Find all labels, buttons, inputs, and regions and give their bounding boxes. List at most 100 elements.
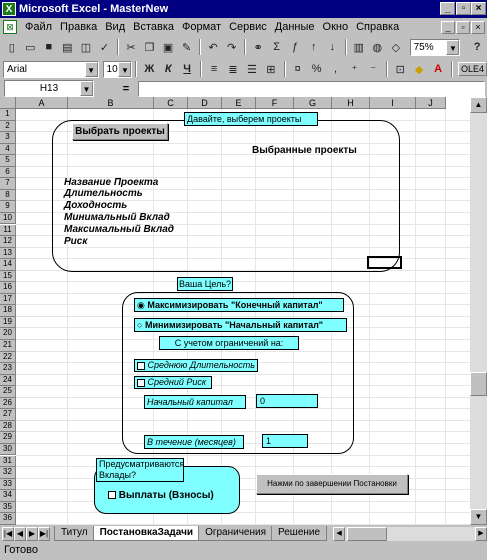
goal-option-maximize[interactable]: ◉ Максимизировать "Конечный капитал" [134, 298, 344, 312]
paste-icon[interactable]: ▣ [159, 38, 177, 56]
radio-empty-icon[interactable]: ○ [137, 320, 142, 330]
column-header[interactable]: I [370, 97, 416, 109]
column-header[interactable]: C [154, 97, 188, 109]
row-header[interactable]: 24 [0, 374, 16, 387]
column-header[interactable]: E [222, 97, 256, 109]
tab-constraints[interactable]: Ограничения [198, 526, 274, 541]
row-header[interactable]: 7 [0, 178, 16, 190]
close-button[interactable]: × [471, 2, 486, 15]
underline-button[interactable]: Ч [178, 60, 196, 78]
chevron-down-icon[interactable]: ▼ [80, 81, 93, 96]
tab-problem-setup[interactable]: ПостановкаЗадачи [92, 526, 201, 541]
help-icon[interactable]: ? [468, 38, 486, 56]
worksheet-grid[interactable]: ABCDEFGHIJ 1 2 3 4 5 6 7 8 9 10 11 12 13 14 15 16 17 18 19… [0, 97, 470, 525]
minimize-button[interactable]: _ [440, 2, 455, 15]
deposits-checkbox[interactable]: Выплаты (Взносы) [108, 490, 218, 504]
first-tab-icon[interactable]: |◀ [2, 526, 14, 541]
excel-app-icon[interactable]: X [2, 2, 16, 16]
menu-insert[interactable]: Вставка [129, 21, 178, 33]
chevron-down-icon[interactable]: ▼ [84, 61, 98, 77]
hscroll-thumb[interactable] [347, 526, 388, 541]
menu-view[interactable]: Вид [101, 21, 129, 33]
row-header[interactable]: 6 [0, 166, 16, 179]
vertical-scrollbar[interactable]: ▲ ▼ [470, 97, 487, 525]
currency-icon[interactable]: ¤ [289, 60, 307, 78]
italic-button[interactable]: К [159, 60, 177, 78]
cut-icon[interactable]: ✂ [122, 38, 140, 56]
column-header[interactable]: D [188, 97, 222, 109]
align-right-icon[interactable]: ☰ [243, 60, 261, 78]
chevron-down-icon[interactable]: ▼ [446, 39, 460, 55]
row-header[interactable]: 28 [0, 420, 16, 433]
menu-file[interactable]: Файл [21, 21, 56, 33]
font-select[interactable]: Arial ▼ [3, 60, 99, 78]
copy-icon[interactable]: ❐ [141, 38, 159, 56]
drawing-icon[interactable]: ◇ [387, 38, 405, 56]
menu-window[interactable]: Окно [319, 21, 353, 33]
chevron-down-icon[interactable]: ▼ [118, 61, 132, 77]
print-icon[interactable]: ▤ [59, 38, 77, 56]
scroll-down-icon[interactable]: ▼ [470, 509, 487, 525]
initial-capital-input[interactable]: 0 [256, 394, 318, 408]
row-header[interactable]: 29 [0, 432, 16, 444]
borders-icon[interactable]: ⊡ [391, 60, 409, 78]
finish-setup-button[interactable]: Нажми по завершении Постановки [256, 474, 408, 494]
row-header[interactable]: 26 [0, 397, 16, 410]
merge-center-icon[interactable]: ⊞ [262, 60, 280, 78]
tab-title[interactable]: Титул [54, 526, 95, 541]
tab-solution[interactable]: Решение [271, 526, 328, 541]
doc-restore-button[interactable]: ▫ [456, 20, 470, 34]
row-header[interactable]: 5 [0, 155, 16, 167]
name-box[interactable]: H13 ▼ [4, 80, 94, 97]
font-color-icon[interactable]: A [429, 60, 447, 78]
menu-format[interactable]: Формат [178, 21, 225, 33]
menu-edit[interactable]: Правка [56, 21, 101, 33]
row-header[interactable]: 33 [0, 478, 16, 491]
row-header[interactable]: 18 [0, 305, 16, 317]
row-header[interactable]: 16 [0, 282, 16, 294]
column-header[interactable]: F [256, 97, 294, 109]
row-header[interactable]: 22 [0, 351, 16, 364]
format-painter-icon[interactable]: ✎ [178, 38, 196, 56]
column-header[interactable]: B [68, 97, 154, 109]
row-header[interactable]: 13 [0, 247, 16, 260]
scroll-up-icon[interactable]: ▲ [470, 97, 487, 113]
increase-decimal-icon[interactable]: ⁺ [345, 60, 363, 78]
row-header[interactable]: 3 [0, 132, 16, 144]
percent-icon[interactable]: % [308, 60, 326, 78]
row-header[interactable]: 1 [0, 109, 16, 121]
checkbox-icon[interactable] [137, 378, 145, 387]
bold-button[interactable]: Ж [140, 60, 158, 78]
hyperlink-icon[interactable]: ⚭ [249, 38, 267, 56]
redo-icon[interactable]: ↷ [223, 38, 241, 56]
font-size-select[interactable]: 10 ▼ [102, 60, 133, 78]
formula-input[interactable] [138, 80, 485, 97]
active-cell-h13[interactable] [367, 256, 402, 269]
doc-minimize-button[interactable]: _ [441, 20, 455, 34]
select-projects-button[interactable]: Выбрать проекты [72, 123, 168, 140]
open-icon[interactable]: ▭ [22, 38, 40, 56]
scroll-thumb[interactable] [470, 372, 487, 396]
row-header[interactable]: 35 [0, 501, 16, 514]
map-icon[interactable]: ◍ [369, 38, 387, 56]
row-header[interactable]: 10 [0, 212, 16, 225]
menu-help[interactable]: Справка [352, 21, 403, 33]
scroll-left-icon[interactable]: ◀ [333, 526, 346, 541]
function-icon[interactable]: ƒ [286, 38, 304, 56]
period-input[interactable]: 1 [262, 434, 308, 448]
row-header[interactable]: 4 [0, 143, 16, 156]
row-header[interactable]: 9 [0, 201, 16, 213]
menu-data[interactable]: Данные [271, 21, 319, 33]
decrease-decimal-icon[interactable]: ⁻ [364, 60, 382, 78]
row-header[interactable]: 36 [0, 513, 16, 525]
last-tab-icon[interactable]: ▶| [38, 526, 50, 541]
scroll-right-icon[interactable]: ▶ [475, 526, 487, 541]
constraint-duration[interactable]: Среднюю Длительность [134, 359, 258, 372]
sort-desc-icon[interactable]: ↓ [324, 38, 342, 56]
chart-wizard-icon[interactable]: ▥ [350, 38, 368, 56]
formula-equals[interactable]: = [114, 83, 138, 95]
column-header[interactable]: G [294, 97, 332, 109]
undo-icon[interactable]: ↶ [204, 38, 222, 56]
goal-option-minimize[interactable]: ○ Минимизировать "Начальный капитал" [134, 318, 347, 332]
radio-selected-icon[interactable]: ◉ [137, 300, 145, 310]
